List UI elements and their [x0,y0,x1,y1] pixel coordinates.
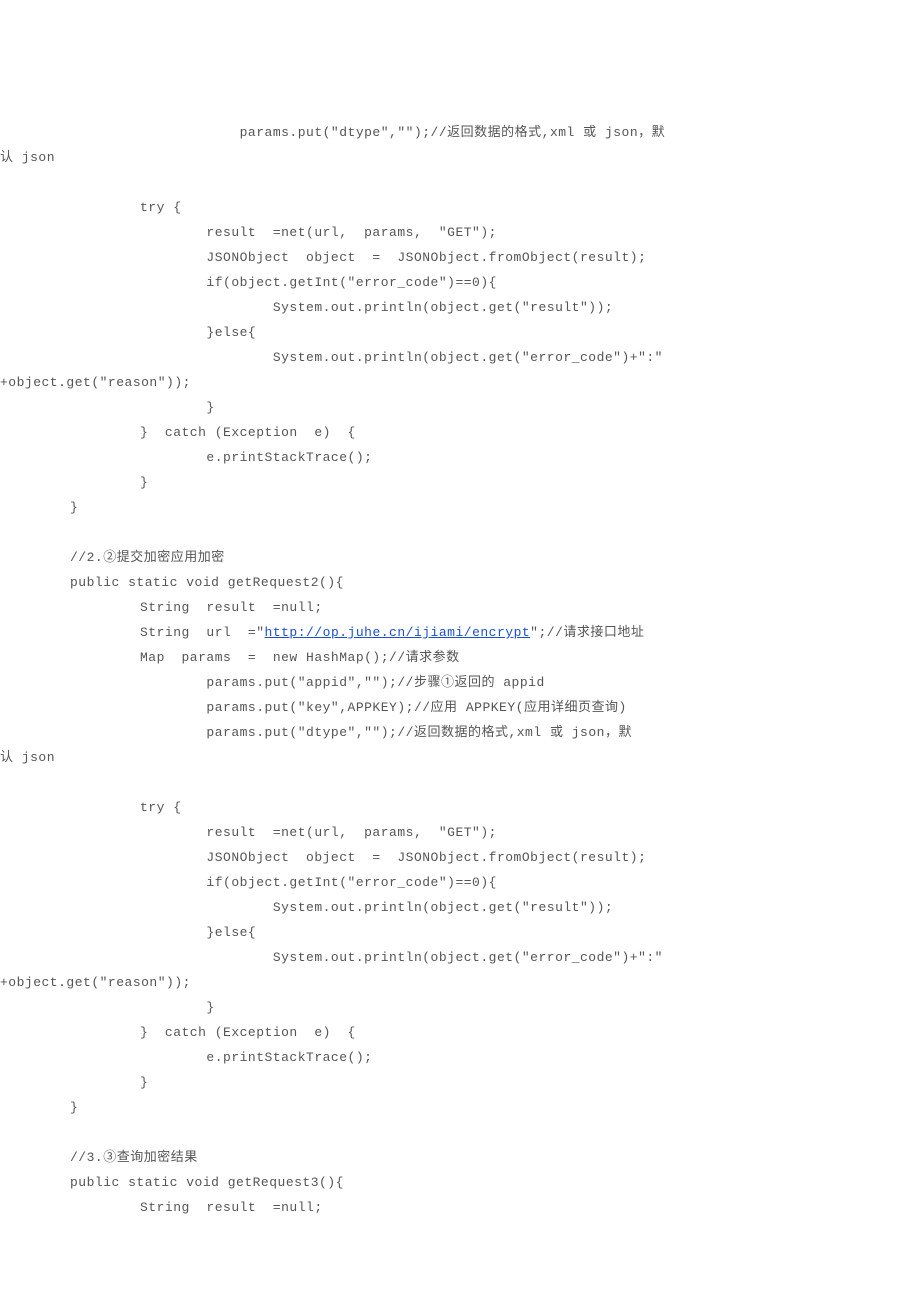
code-line: JSONObject object = JSONObject.fromObjec… [0,245,920,270]
code-line: result =net(url, params, "GET"); [0,220,920,245]
code-line: public static void getRequest3(){ [0,1170,920,1195]
code-line: params.put("dtype","");//返回数据的格式,xml 或 j… [0,720,920,745]
code-line: e.printStackTrace(); [0,445,920,470]
code-text: String url =" [140,625,265,640]
code-line: params.put("key",APPKEY);//应用 APPKEY(应用详… [0,695,920,720]
code-line: } [0,1095,920,1120]
code-line: //2.②提交加密应用加密 [0,545,920,570]
code-line [0,520,920,545]
code-line: +object.get("reason")); [0,370,920,395]
code-line: System.out.println(object.get("error_cod… [0,945,920,970]
code-line: result =net(url, params, "GET"); [0,820,920,845]
code-line: System.out.println(object.get("error_cod… [0,345,920,370]
code-line: } [0,395,920,420]
code-line: String url ="http://op.juhe.cn/ijiami/en… [0,620,920,645]
code-line: if(object.getInt("error_code")==0){ [0,870,920,895]
code-line: String result =null; [0,595,920,620]
code-line: +object.get("reason")); [0,970,920,995]
url-link[interactable]: http://op.juhe.cn/ijiami/encrypt [265,625,531,640]
code-text: ";//请求接口地址 [530,625,644,640]
code-line: System.out.println(object.get("result"))… [0,295,920,320]
code-line: try { [0,195,920,220]
code-line: } [0,995,920,1020]
code-line: JSONObject object = JSONObject.fromObjec… [0,845,920,870]
code-line: } [0,1070,920,1095]
code-line: 认 json [0,145,920,170]
code-line [0,170,920,195]
code-document: params.put("dtype","");//返回数据的格式,xml 或 j… [0,120,920,1220]
code-line: } catch (Exception e) { [0,420,920,445]
code-line: 认 json [0,745,920,770]
code-line: } [0,495,920,520]
code-line [0,770,920,795]
code-line: params.put("appid","");//步骤①返回的 appid [0,670,920,695]
code-line: e.printStackTrace(); [0,1045,920,1070]
code-line: } catch (Exception e) { [0,1020,920,1045]
code-line: if(object.getInt("error_code")==0){ [0,270,920,295]
code-line: Map params = new HashMap();//请求参数 [0,645,920,670]
code-line: params.put("dtype","");//返回数据的格式,xml 或 j… [0,120,920,145]
code-line: } [0,470,920,495]
code-line: String result =null; [0,1195,920,1220]
code-line: public static void getRequest2(){ [0,570,920,595]
code-line: System.out.println(object.get("result"))… [0,895,920,920]
code-line: }else{ [0,320,920,345]
code-line: //3.③查询加密结果 [0,1145,920,1170]
code-line [0,1120,920,1145]
code-line: }else{ [0,920,920,945]
code-line: try { [0,795,920,820]
